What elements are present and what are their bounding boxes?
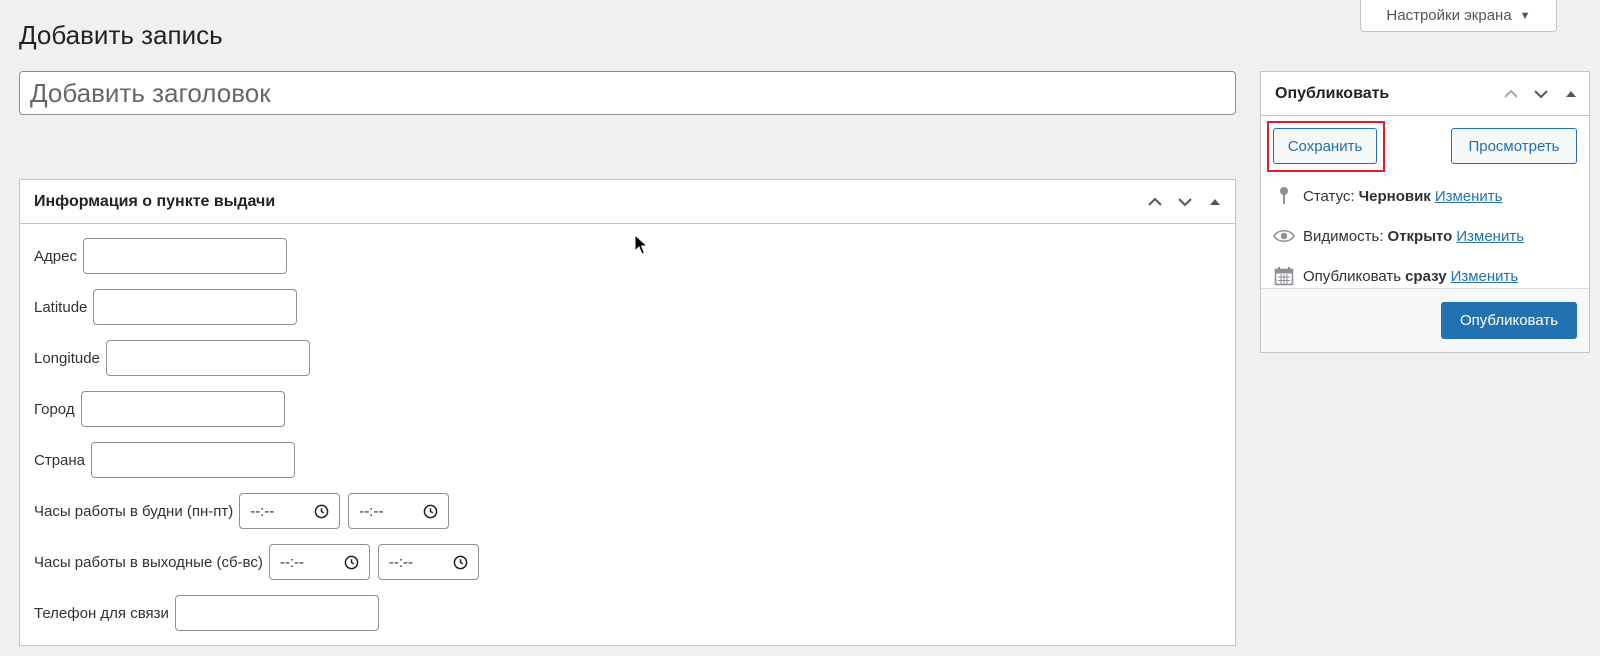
chevron-down-icon [1178, 198, 1192, 207]
address-label: Адрес [34, 247, 77, 265]
edit-visibility-link[interactable]: Изменить [1456, 228, 1524, 245]
metabox-header: Информация о пункте выдачи [20, 180, 1235, 224]
city-input[interactable] [80, 391, 285, 427]
move-down-button[interactable] [1173, 190, 1197, 214]
publish-toggle-panel-button[interactable] [1559, 82, 1583, 106]
country-label: Страна [34, 451, 86, 469]
publish-button[interactable]: Опубликовать [1441, 302, 1577, 339]
page-title: Добавить запись [19, 20, 223, 50]
weekend-close-time-value: --:-- [388, 553, 413, 571]
pickup-info-metabox: Информация о пункте выдачи Адрес Latitud… [19, 179, 1236, 646]
publish-title: Опубликовать [1275, 84, 1390, 102]
longitude-row: Longitude [34, 340, 1221, 376]
weekday-close-time-input[interactable]: --:-- [348, 493, 450, 529]
pin-icon [1273, 185, 1295, 207]
metabox-body: Адрес Latitude Longitude Город Страна Ча… [20, 224, 1235, 656]
weekday-open-time-value: --:-- [250, 502, 275, 520]
address-row: Адрес [34, 238, 1221, 274]
chevron-down-icon [1534, 90, 1548, 99]
eye-icon [1273, 225, 1295, 247]
triangle-up-icon [1210, 199, 1220, 205]
calendar-icon [1273, 265, 1295, 287]
weekend-hours-row: Часы работы в выходные (сб-вс) --:-- --:… [34, 544, 1221, 580]
post-status-row: Статус: Черновик Изменить [1261, 176, 1589, 216]
metabox-handle-actions [1143, 180, 1227, 224]
publish-move-up-button[interactable] [1499, 82, 1523, 106]
visibility-value: Открыто [1387, 227, 1453, 245]
metabox-title: Информация о пункте выдачи [34, 192, 276, 210]
phone-row: Телефон для связи [34, 595, 1221, 631]
major-publishing-actions: Опубликовать [1261, 288, 1589, 352]
edit-schedule-link[interactable]: Изменить [1451, 268, 1519, 285]
country-row: Страна [34, 442, 1221, 478]
publish-metabox: Опубликовать Сохранить Просмотреть Стату… [1260, 71, 1590, 353]
weekend-hours-label: Часы работы в выходные (сб-вс) [34, 553, 263, 571]
longitude-label: Longitude [34, 349, 100, 367]
weekday-open-time-input[interactable]: --:-- [239, 493, 341, 529]
weekday-close-time-value: --:-- [359, 502, 384, 520]
triangle-down-icon: ▼ [1519, 9, 1531, 22]
triangle-up-icon [1566, 91, 1576, 97]
city-row: Город [34, 391, 1221, 427]
clock-icon [314, 504, 329, 518]
minor-publishing-actions: Сохранить Просмотреть [1261, 116, 1589, 176]
edit-status-link[interactable]: Изменить [1435, 188, 1503, 205]
longitude-input[interactable] [105, 340, 310, 376]
publish-move-down-button[interactable] [1529, 82, 1553, 106]
post-title-input[interactable] [19, 71, 1236, 115]
weekend-close-time-input[interactable]: --:-- [377, 544, 479, 580]
phone-label: Телефон для связи [34, 604, 169, 622]
weekend-open-time-value: --:-- [279, 553, 304, 571]
chevron-up-icon [1148, 197, 1162, 206]
schedule-value: сразу [1405, 267, 1447, 285]
publish-handle-actions [1499, 72, 1583, 116]
schedule-prefix: Опубликовать [1303, 267, 1402, 285]
move-up-button[interactable] [1143, 190, 1167, 214]
weekend-open-time-input[interactable]: --:-- [268, 544, 370, 580]
screen-options-label: Настройки экрана [1386, 7, 1512, 24]
visibility-prefix: Видимость: [1303, 227, 1384, 245]
status-prefix: Статус: [1303, 187, 1355, 205]
latitude-row: Latitude [34, 289, 1221, 325]
weekday-hours-label: Часы работы в будни (пн-пт) [34, 502, 234, 520]
status-value: Черновик [1358, 187, 1431, 205]
clock-icon [344, 555, 359, 569]
chevron-up-icon [1504, 89, 1518, 98]
address-input[interactable] [82, 238, 287, 274]
toggle-panel-button[interactable] [1203, 190, 1227, 214]
preview-button[interactable]: Просмотреть [1451, 128, 1577, 164]
latitude-input[interactable] [93, 289, 298, 325]
city-label: Город [34, 400, 75, 418]
country-input[interactable] [91, 442, 296, 478]
screen-options-button[interactable]: Настройки экрана ▼ [1360, 0, 1557, 32]
mouse-pointer-icon [634, 234, 648, 255]
visibility-row: Видимость: Открыто Изменить [1261, 216, 1589, 256]
save-draft-button[interactable]: Сохранить [1273, 128, 1377, 164]
latitude-label: Latitude [34, 298, 88, 316]
clock-icon [453, 555, 468, 569]
phone-input[interactable] [174, 595, 379, 631]
publish-header: Опубликовать [1261, 72, 1589, 116]
clock-icon [423, 504, 438, 518]
weekday-hours-row: Часы работы в будни (пн-пт) --:-- --:-- [34, 493, 1221, 529]
